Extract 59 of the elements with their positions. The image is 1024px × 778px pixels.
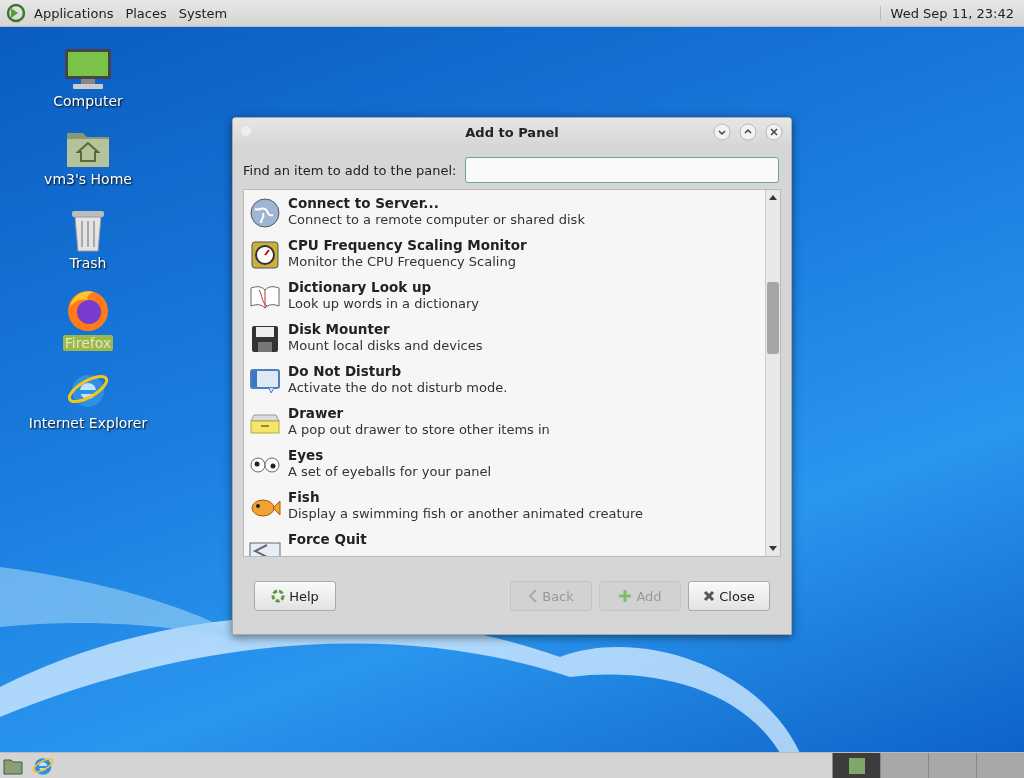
computer-icon[interactable] [63, 47, 113, 91]
clock[interactable]: Wed Sep 11, 23:42 [879, 5, 1024, 21]
drawer-icon [249, 411, 281, 435]
item-name: Dictionary Look up [288, 279, 433, 295]
window-title: Add to Panel [465, 124, 559, 140]
desktop-icon-label[interactable]: Trash [67, 255, 109, 271]
item-description: A set of eyeballs for your panel [288, 464, 492, 479]
window-icon [249, 542, 281, 556]
item-name: CPU Frequency Scaling Monitor [288, 237, 527, 253]
scroll-down-icon[interactable] [769, 546, 777, 552]
panel-item[interactable]: Drawer A pop out drawer to store other items in [244, 402, 765, 444]
scrollbar-thumb[interactable] [767, 282, 779, 354]
maximize-button[interactable] [739, 123, 757, 141]
globe-icon [249, 197, 281, 229]
item-description: Connect to a remote computer or shared disk [288, 212, 585, 227]
panel-menu[interactable]: Places [119, 5, 173, 21]
item-name: Fish [288, 489, 321, 505]
panel-item[interactable]: Fish Display a swimming fish or another animated creature [244, 486, 765, 528]
plus-icon [618, 589, 633, 603]
item-description: Look up words in a dictionary [288, 296, 480, 311]
book-icon [249, 284, 281, 310]
desktop-icon-label[interactable]: Internet Explorer [26, 415, 150, 431]
scroll-up-icon[interactable] [769, 194, 777, 200]
desktop-icon-label[interactable]: Computer [51, 93, 125, 109]
item-description: A pop out drawer to store other items in [288, 422, 550, 437]
panel-item[interactable]: Eyes A set of eyeballs for your panel [244, 444, 765, 486]
item-name: Eyes [288, 447, 325, 463]
help-button[interactable]: Help [254, 581, 336, 611]
panel-item[interactable]: Dictionary Look up Look up words in a dictionary [244, 276, 765, 318]
menu-logo-icon[interactable] [6, 3, 26, 23]
item-name: Do Not Disturb [288, 363, 403, 379]
desktop-icon-label[interactable]: vm3's Home [42, 171, 134, 187]
panel-item[interactable]: Do Not Disturb Activate the do not disturb mode. [244, 360, 765, 402]
item-description: Activate the do not disturb mode. [288, 380, 508, 395]
message-bubble-icon [249, 367, 281, 395]
find-label: Find an item to add to the panel: [243, 162, 457, 178]
folder-icon[interactable] [3, 756, 23, 775]
minimize-button[interactable] [713, 123, 731, 141]
item-name: Drawer [288, 405, 345, 421]
panel-item[interactable]: Disk Mounter Mount local disks and devices [244, 318, 765, 360]
item-description: Mount local disks and devices [288, 338, 483, 353]
item-name: Force Quit [288, 531, 367, 547]
close-button[interactable]: Close [688, 581, 770, 611]
help-icon [271, 589, 286, 603]
panel-item[interactable]: CPU Frequency Scaling Monitor Monitor the CPU Frequency Scaling [244, 234, 765, 276]
item-name: Disk Mounter [288, 321, 391, 337]
close-icon [703, 590, 716, 602]
workspace-button[interactable] [832, 753, 880, 778]
item-description: Monitor the CPU Frequency Scaling [288, 254, 517, 269]
panel-menu[interactable]: System [172, 5, 234, 21]
item-name: Connect to Server... [288, 195, 440, 211]
panel-menu[interactable]: Applications [28, 5, 120, 21]
close-button[interactable] [765, 123, 783, 141]
gauge-icon [250, 240, 280, 270]
item-description: Display a swimming fish or another animated creature [288, 506, 643, 521]
panel-item[interactable]: Connect to Server... Connect to a remote computer or shared disk [244, 192, 765, 234]
eyes-icon [250, 455, 280, 475]
search-field[interactable] [464, 157, 779, 183]
panel-item[interactable]: Force Quit [244, 528, 765, 556]
